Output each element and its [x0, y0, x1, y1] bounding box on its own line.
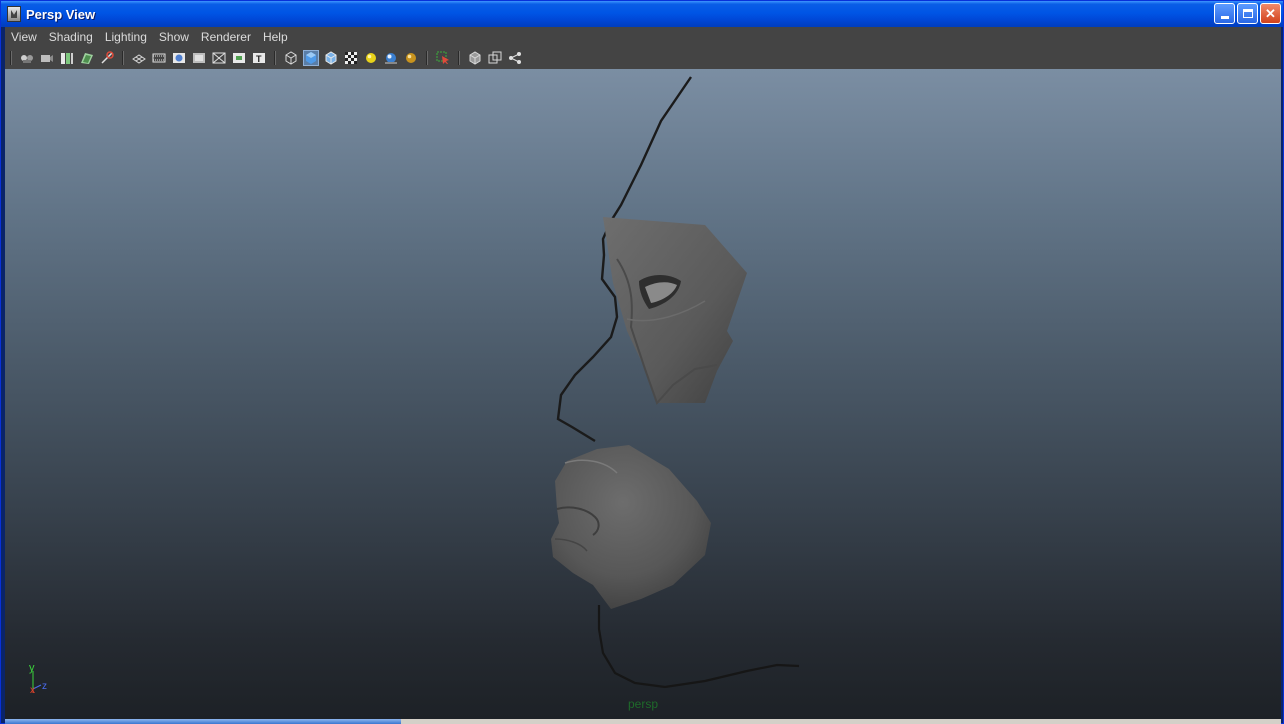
axis-z-label: z — [42, 681, 47, 692]
menu-view[interactable]: View — [5, 27, 43, 47]
3d-viewport[interactable]: y x z persp — [5, 69, 1281, 719]
toolbar-separator — [426, 51, 428, 65]
menu-show[interactable]: Show — [153, 27, 195, 47]
field-chart-icon[interactable] — [211, 50, 227, 66]
use-default-lighting-icon[interactable] — [363, 50, 379, 66]
toolbar-separator — [274, 51, 276, 65]
toolbar-separator — [122, 51, 124, 65]
image-plane-icon[interactable] — [79, 50, 95, 66]
status-bar — [5, 719, 1281, 724]
isolate-select-icon[interactable] — [467, 50, 483, 66]
scene-canvas[interactable] — [5, 69, 1281, 719]
safe-title-icon[interactable]: T — [251, 50, 267, 66]
axis-y-label: y — [29, 663, 35, 674]
xray-joints-icon[interactable] — [435, 50, 451, 66]
progress-bar — [5, 719, 401, 724]
minimize-button[interactable] — [1214, 3, 1235, 24]
persp-view-window: Persp View ✕ View Shading Lighting Show … — [0, 0, 1284, 724]
maya-app-icon[interactable] — [7, 6, 21, 22]
svg-text:T: T — [256, 54, 262, 64]
maximize-button[interactable] — [1237, 3, 1258, 24]
component-icon[interactable] — [507, 50, 523, 66]
shadows-icon[interactable] — [403, 50, 419, 66]
smooth-shade-all-icon[interactable] — [303, 50, 319, 66]
film-gate-icon[interactable] — [151, 50, 167, 66]
xray-icon[interactable] — [487, 50, 503, 66]
maximize-icon — [1242, 9, 1253, 18]
select-camera-icon[interactable] — [19, 50, 35, 66]
2d-pan-zoom-icon[interactable] — [99, 50, 115, 66]
mouth-mesh[interactable] — [551, 445, 711, 609]
chin-curve — [597, 605, 800, 689]
close-icon: ✕ — [1265, 5, 1276, 21]
menu-help[interactable]: Help — [257, 27, 294, 47]
panel-menubar: View Shading Lighting Show Renderer Help — [5, 27, 1281, 47]
window-title: Persp View — [26, 6, 96, 22]
toolbar-separator — [10, 51, 12, 65]
toolbar-separator — [458, 51, 460, 65]
minimize-icon — [1220, 16, 1229, 19]
grid-icon[interactable] — [131, 50, 147, 66]
eye-mesh[interactable] — [603, 217, 747, 405]
safe-action-icon[interactable] — [231, 50, 247, 66]
camera-name-label: persp — [627, 697, 659, 711]
menu-lighting[interactable]: Lighting — [99, 27, 153, 47]
camera-attributes-icon[interactable] — [39, 50, 55, 66]
use-all-lights-icon[interactable] — [383, 50, 399, 66]
textured-icon[interactable] — [343, 50, 359, 66]
panel-toolbar: T — [5, 47, 1281, 69]
axis-x-label: x — [30, 685, 35, 696]
wireframe-icon[interactable] — [283, 50, 299, 66]
window-controls: ✕ — [1214, 3, 1281, 24]
menu-renderer[interactable]: Renderer — [195, 27, 257, 47]
bookmarks-icon[interactable] — [59, 50, 75, 66]
title-bar[interactable]: Persp View ✕ — [1, 1, 1283, 27]
resolution-gate-icon[interactable] — [171, 50, 187, 66]
wireframe-on-shaded-icon[interactable] — [323, 50, 339, 66]
gate-mask-icon[interactable] — [191, 50, 207, 66]
menu-shading[interactable]: Shading — [43, 27, 99, 47]
close-button[interactable]: ✕ — [1260, 3, 1281, 24]
